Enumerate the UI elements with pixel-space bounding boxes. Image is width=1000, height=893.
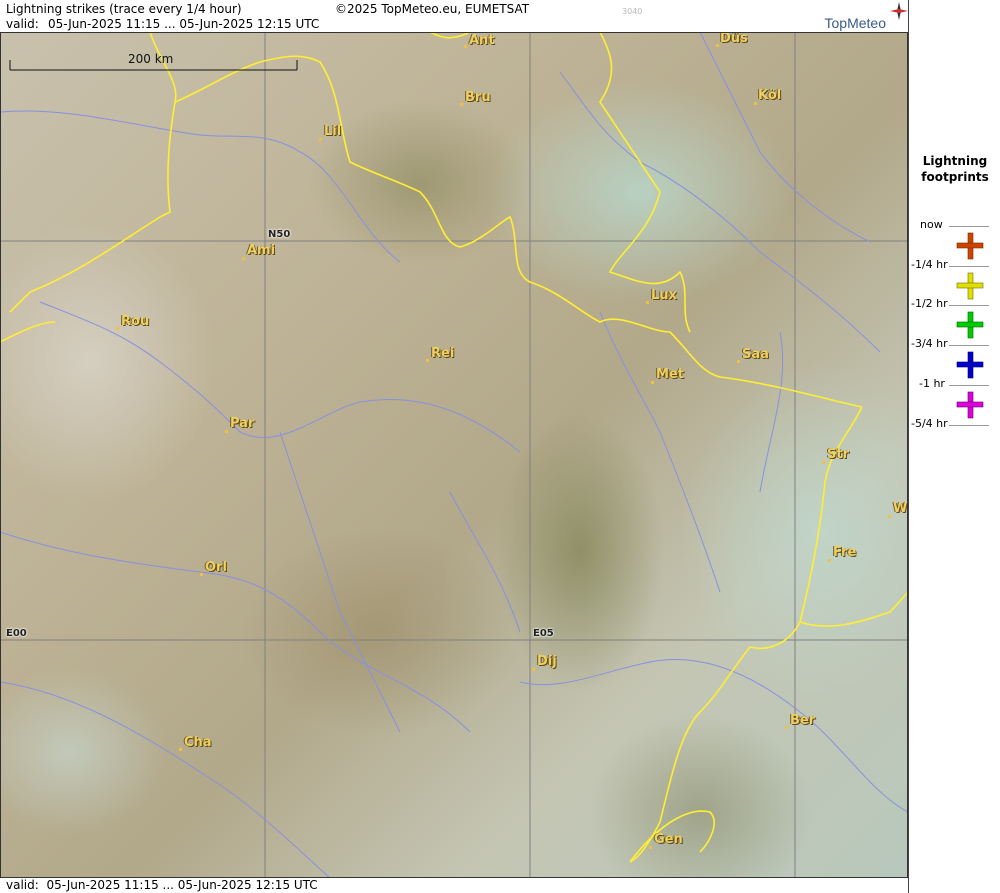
lon-label-e05: E05 <box>533 628 554 639</box>
city-dot <box>651 381 654 384</box>
city-dot <box>822 461 825 464</box>
city-label[interactable]: Par <box>230 416 254 431</box>
city-label[interactable]: Ber <box>790 713 815 728</box>
city-label[interactable]: Orl <box>205 560 227 575</box>
city-label[interactable]: Str <box>827 447 849 462</box>
legend-divider <box>949 305 989 306</box>
city-dot <box>319 138 322 141</box>
map-title: Lightning strikes (trace every 1/4 hour) <box>6 2 242 16</box>
legend-divider <box>949 266 989 267</box>
lon-label-e00: E00 <box>6 628 27 639</box>
city-label[interactable]: Met <box>656 367 684 382</box>
legend-divider <box>949 385 989 386</box>
footer: valid: 05-Jun-2025 11:15 ... 05-Jun-2025… <box>0 878 908 893</box>
city-dot <box>460 103 463 106</box>
city-dot <box>179 748 182 751</box>
cross-icon-blue <box>956 351 984 379</box>
city-label[interactable]: Dij <box>537 654 557 669</box>
city-label[interactable]: Lux <box>651 288 677 303</box>
legend-title: Lightning footprints <box>909 153 1000 185</box>
rivers <box>0 32 908 878</box>
city-label[interactable]: Ami <box>247 243 275 258</box>
city-dot <box>716 44 719 47</box>
city-dot <box>785 726 788 729</box>
compass-icon <box>890 2 908 20</box>
cross-icon-green <box>956 311 984 339</box>
valid-range: 05-Jun-2025 11:15 ... 05-Jun-2025 12:15 … <box>48 17 320 31</box>
legend-panel: Lightning footprints now -1/4 hr -1/2 hr… <box>908 0 1000 893</box>
legend-label-five-quarter: -5/4 hr <box>911 417 948 430</box>
city-label[interactable]: Köl <box>758 88 781 103</box>
legend-label-quarter: -1/4 hr <box>911 258 948 271</box>
city-label[interactable]: Gen <box>654 832 683 847</box>
city-label[interactable]: Bru <box>465 90 491 105</box>
city-label[interactable]: Cha <box>184 735 212 750</box>
legend-label-three-quarter: -3/4 hr <box>911 337 948 350</box>
graticule <box>0 32 908 878</box>
city-dot <box>116 327 119 330</box>
city-label[interactable]: Fre <box>833 545 856 560</box>
city-dot <box>225 430 228 433</box>
cross-icon-orange <box>956 232 984 260</box>
city-dot <box>464 45 467 48</box>
copyright: ©2025 TopMeteo.eu, EUMETSAT <box>335 2 530 16</box>
city-dot <box>754 102 757 105</box>
legend-divider <box>949 425 989 426</box>
city-dot <box>737 360 740 363</box>
legend-title-line2: footprints <box>921 170 989 184</box>
cross-icon-magenta <box>956 391 984 419</box>
legend-label-half: -1/2 hr <box>911 297 948 310</box>
city-label[interactable]: Rou <box>121 314 149 329</box>
legend-divider <box>949 226 989 227</box>
topmeteo-logo[interactable]: TopMeteo <box>825 15 886 31</box>
city-dot <box>646 301 649 304</box>
footer-valid-range: 05-Jun-2025 11:15 ... 05-Jun-2025 12:15 … <box>46 878 318 892</box>
header: Lightning strikes (trace every 1/4 hour)… <box>0 0 908 32</box>
city-label[interactable]: Rei <box>431 346 454 361</box>
satellite-map[interactable]: 200 km N50 E00 E05 Ant Düs Bru Köl Lil A… <box>0 32 908 878</box>
borders <box>0 32 908 863</box>
legend-label-now: now <box>920 218 943 231</box>
city-label[interactable]: Ant <box>469 33 495 48</box>
city-dot <box>426 359 429 362</box>
valid-label: valid: <box>6 17 39 31</box>
city-dot <box>200 573 203 576</box>
footer-valid-label: valid: <box>6 878 39 892</box>
city-dot <box>242 257 245 260</box>
legend-label-hour: -1 hr <box>919 377 945 390</box>
cross-icon-yellow <box>956 272 984 300</box>
city-label[interactable]: W <box>893 501 907 516</box>
city-dot <box>532 668 535 671</box>
footer-valid: valid: 05-Jun-2025 11:15 ... 05-Jun-2025… <box>6 878 318 893</box>
legend-divider <box>949 345 989 346</box>
city-dot <box>888 515 891 518</box>
scale-label: 200 km <box>128 52 174 66</box>
lat-label-n50: N50 <box>268 229 291 240</box>
city-label[interactable]: Saa <box>742 347 769 362</box>
map-overlay <box>0 32 908 878</box>
legend-title-line1: Lightning <box>922 154 988 168</box>
city-label[interactable]: Düs <box>720 32 748 46</box>
city-dot <box>828 559 831 562</box>
city-dot <box>649 846 652 849</box>
product-code: 3040 <box>622 7 643 16</box>
city-label[interactable]: Lil <box>324 124 341 139</box>
